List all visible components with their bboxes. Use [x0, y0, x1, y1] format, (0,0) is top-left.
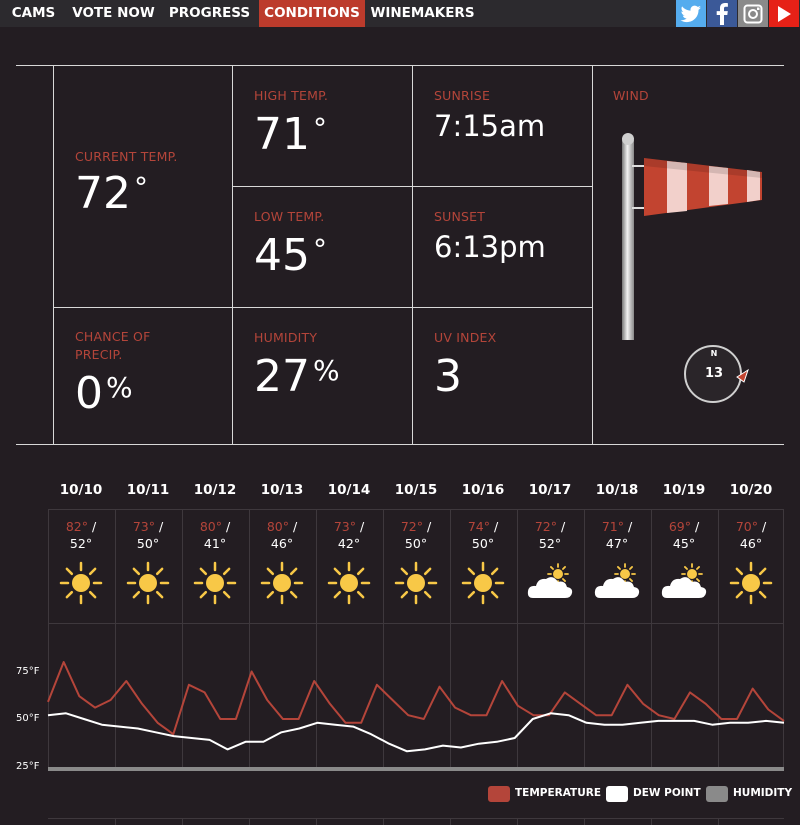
- forecast-date: 10/15: [394, 482, 438, 498]
- y-tick-label: 25°F: [16, 761, 40, 772]
- wind-direction-label: N: [710, 349, 718, 358]
- temperature-series-line: [47, 661, 785, 736]
- youtube-icon[interactable]: [769, 0, 799, 27]
- forecast-date: 10/11: [126, 482, 170, 498]
- precip-value: 0%: [75, 368, 133, 419]
- forecast-date: 10/17: [528, 482, 572, 498]
- precip-label: CHANCE OF PRECIP.: [75, 329, 151, 362]
- legend-temperature-swatch: [488, 786, 510, 802]
- low-temp-value: 45 °: [254, 230, 327, 281]
- sunrise-label: SUNRISE: [434, 88, 491, 103]
- legend-dewpoint-swatch: [606, 786, 628, 802]
- sunset-value: 6:13pm: [434, 230, 546, 264]
- y-tick-label: 75°F: [16, 666, 40, 677]
- forecast-date: 10/19: [662, 482, 706, 498]
- nav-conditions[interactable]: CONDITIONS: [259, 0, 365, 27]
- nav-progress[interactable]: PROGRESS: [160, 0, 259, 27]
- grid-line: [592, 65, 593, 445]
- uv-index-value: 3: [434, 351, 462, 402]
- twitter-icon[interactable]: [676, 0, 706, 27]
- current-temp-value: 72 °: [75, 168, 148, 219]
- grid-line: [53, 307, 593, 308]
- windsock-icon: [622, 133, 762, 340]
- grid-line: [233, 186, 593, 187]
- humidity-label: HUMIDITY: [254, 330, 318, 345]
- day-divider: [450, 818, 451, 825]
- day-divider: [651, 818, 652, 825]
- forecast-date: 10/20: [729, 482, 773, 498]
- top-nav: CAMS VOTE NOW PROGRESS CONDITIONS WINEMA…: [0, 0, 800, 27]
- temperature-chart: [47, 661, 785, 771]
- grid-line: [412, 65, 413, 445]
- facebook-icon[interactable]: [707, 0, 737, 27]
- nav-vote-now[interactable]: VOTE NOW: [67, 0, 160, 27]
- wind-speed-value: 13: [704, 366, 724, 381]
- forecast-date: 10/14: [327, 482, 371, 498]
- day-divider: [517, 818, 518, 825]
- high-temp-value: 71 °: [254, 109, 327, 160]
- legend-dewpoint-label: DEW POINT: [633, 787, 701, 799]
- high-temp-label: HIGH TEMP.: [254, 88, 329, 103]
- humidity-value: 27%: [254, 351, 340, 402]
- legend-humidity-label: HUMIDITY: [733, 787, 793, 799]
- current-temp-label: CURRENT TEMP.: [75, 149, 178, 164]
- humidity-series-bar: [48, 767, 784, 771]
- sunset-label: SUNSET: [434, 209, 486, 224]
- forecast-date: 10/18: [595, 482, 639, 498]
- legend-temperature-label: TEMPERATURE: [515, 787, 601, 799]
- forecast-date: 10/16: [461, 482, 505, 498]
- wind-label: WIND: [613, 88, 649, 103]
- nav-cams[interactable]: CAMS: [0, 0, 67, 27]
- sunrise-value: 7:15am: [434, 109, 546, 143]
- grid-line: [16, 65, 784, 66]
- day-divider: [316, 818, 317, 825]
- grid-line: [232, 65, 233, 445]
- grid-line: [48, 818, 784, 819]
- day-divider: [584, 818, 585, 825]
- day-divider: [383, 818, 384, 825]
- forecast-date: 10/12: [193, 482, 237, 498]
- y-tick-label: 50°F: [16, 713, 40, 724]
- nav-winemakers[interactable]: WINEMAKERS: [365, 0, 480, 27]
- day-divider: [249, 818, 250, 825]
- legend-humidity-swatch: [706, 786, 728, 802]
- forecast-date: 10/13: [260, 482, 304, 498]
- day-divider: [182, 818, 183, 825]
- day-divider: [115, 818, 116, 825]
- instagram-icon[interactable]: [738, 0, 768, 27]
- uv-index-label: UV INDEX: [434, 330, 497, 345]
- day-divider: [718, 818, 719, 825]
- low-temp-label: LOW TEMP.: [254, 209, 325, 224]
- grid-line: [53, 65, 54, 445]
- grid-line: [16, 444, 784, 445]
- forecast-date: 10/10: [59, 482, 103, 498]
